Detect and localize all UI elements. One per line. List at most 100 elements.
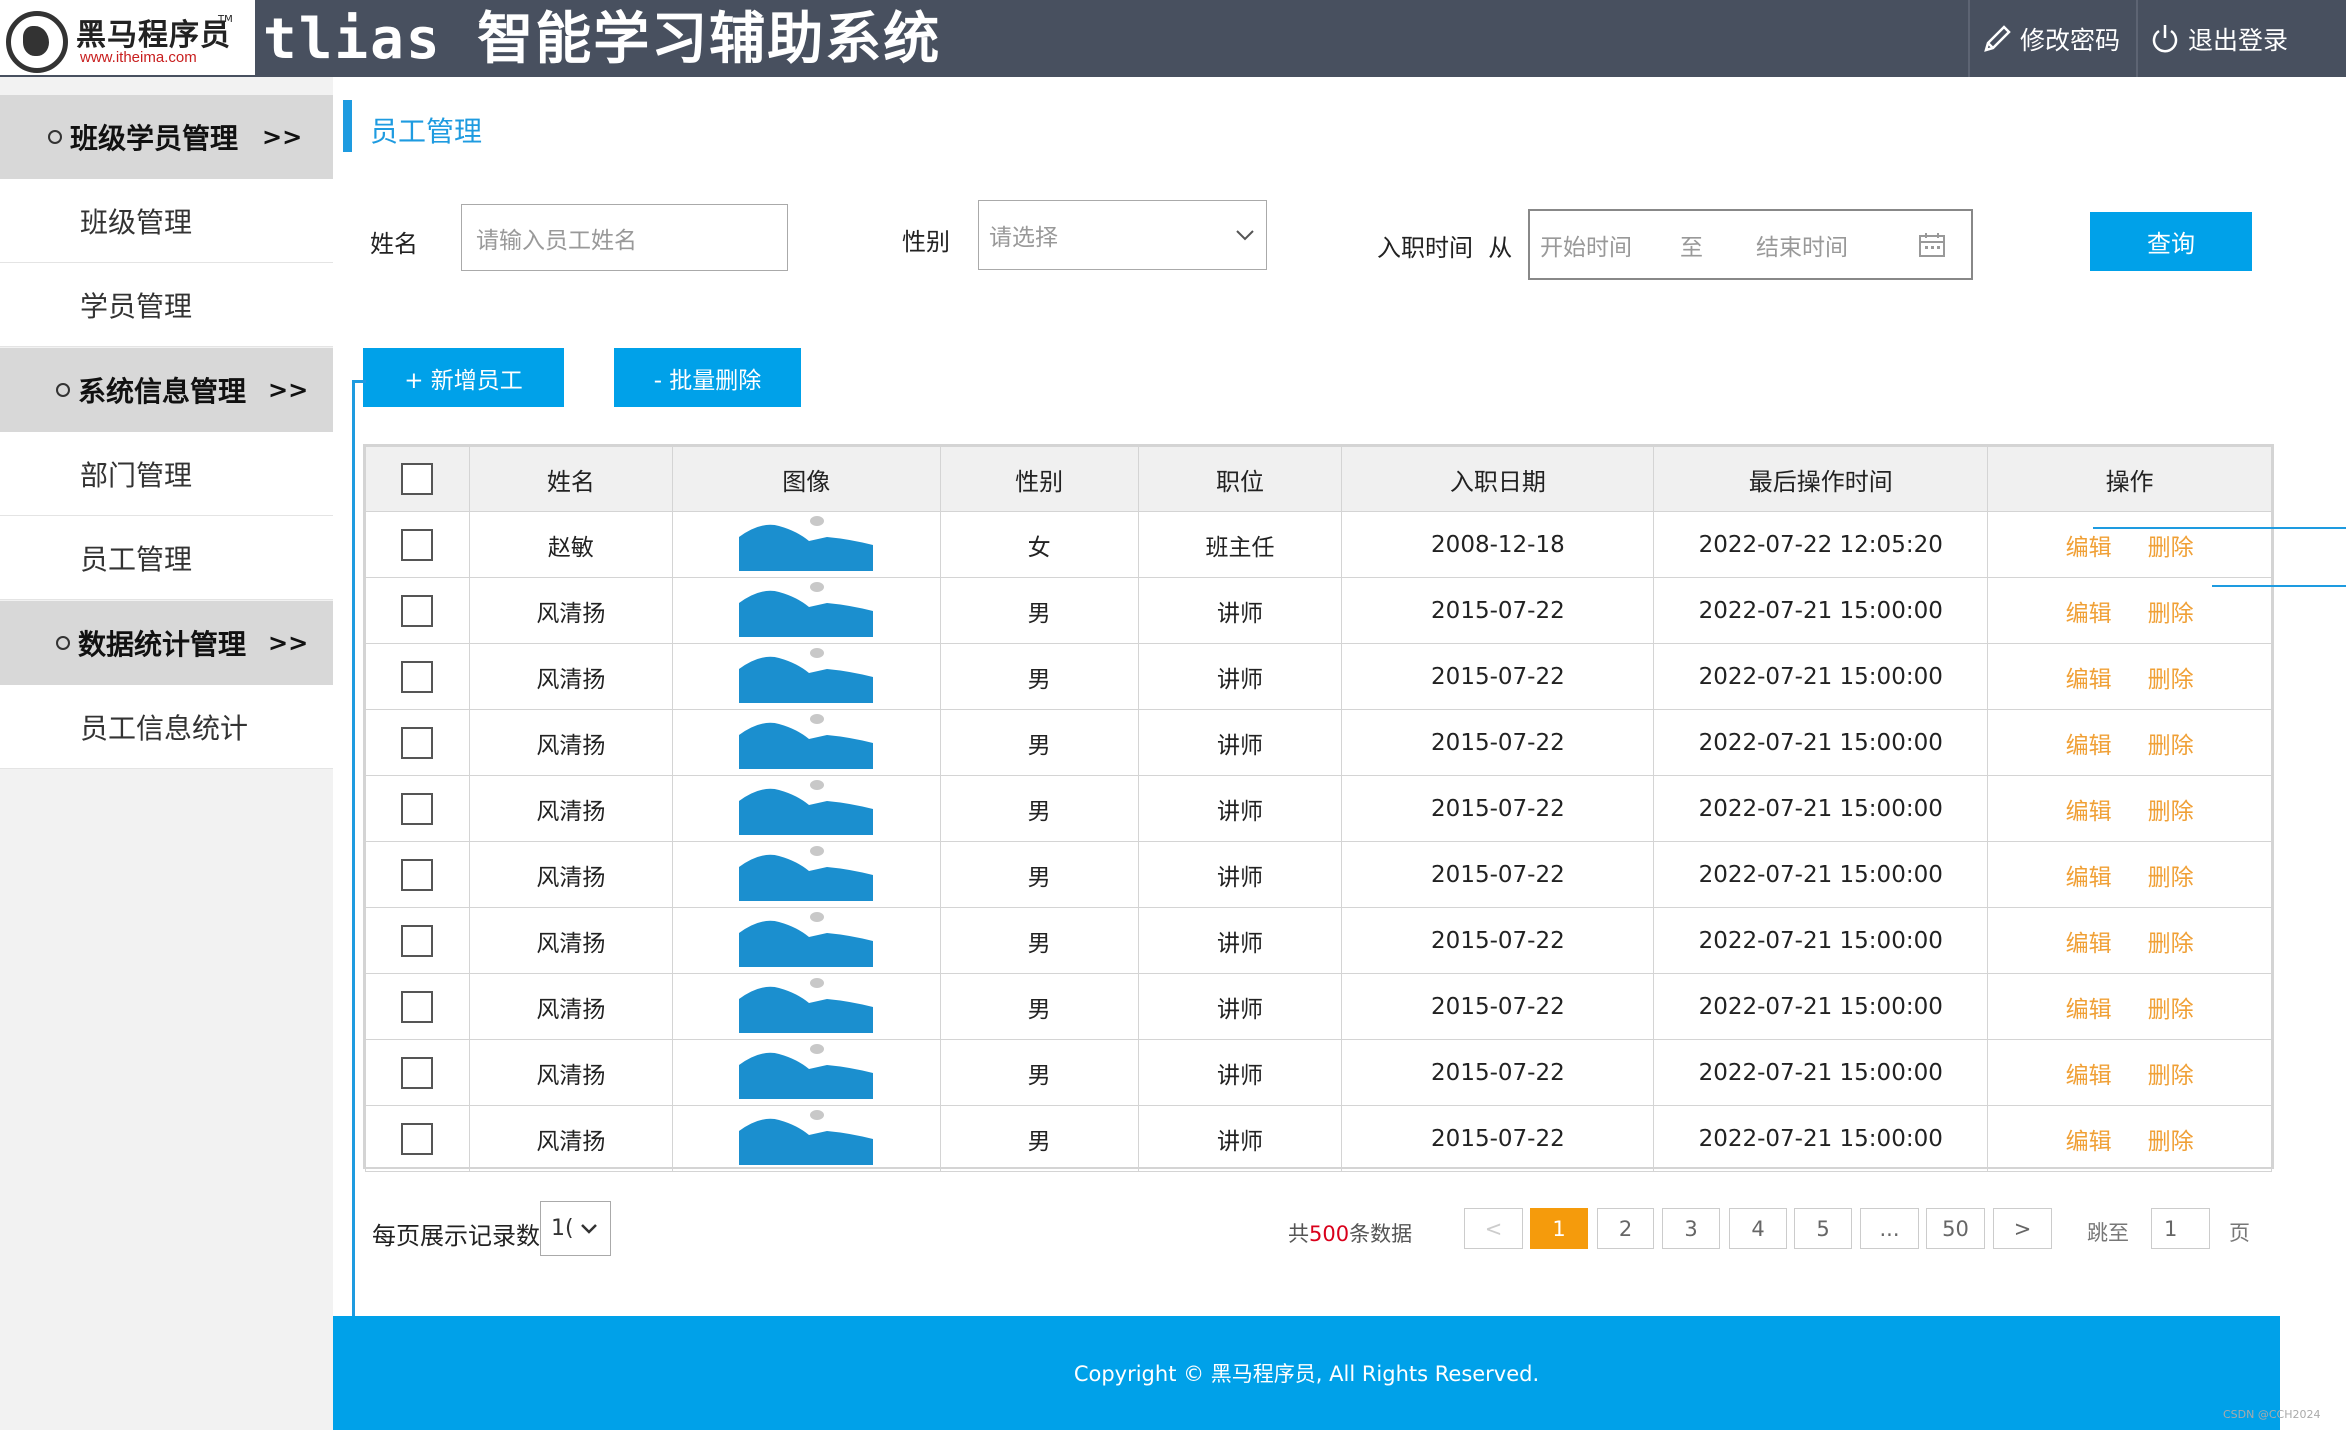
page-button-2[interactable]: 2	[1597, 1208, 1654, 1249]
cell-gender: 男	[939, 643, 1139, 710]
next-page-button[interactable]: >	[1993, 1208, 2052, 1249]
query-button[interactable]: 查询	[2090, 212, 2252, 271]
edit-link[interactable]: 编辑	[2066, 601, 2112, 627]
row-checkbox[interactable]	[401, 726, 434, 759]
delete-link[interactable]: 删除	[2148, 535, 2194, 561]
page-button-4[interactable]: 4	[1729, 1208, 1787, 1249]
edit-link[interactable]: 编辑	[2066, 865, 2112, 891]
row-checkbox[interactable]	[401, 990, 434, 1023]
edit-link[interactable]: 编辑	[2066, 1063, 2112, 1089]
edit-link[interactable]: 编辑	[2066, 799, 2112, 825]
edit-link[interactable]: 编辑	[2066, 667, 2112, 693]
select-all-checkbox[interactable]	[401, 463, 434, 495]
avatar-image-icon	[739, 845, 874, 901]
per-page-label: 每页展示记录数	[372, 1222, 540, 1250]
row-checkbox[interactable]	[401, 528, 434, 561]
row-checkbox[interactable]	[401, 858, 434, 891]
cell-name: 风清扬	[468, 775, 673, 842]
cell-entry-date: 2015-07-22	[1341, 709, 1655, 776]
cell-gender: 男	[939, 907, 1139, 974]
row-checkbox[interactable]	[401, 660, 434, 693]
sidebar-group-label: 班级学员管理	[70, 122, 239, 155]
cell-position: 讲师	[1137, 775, 1343, 842]
cell-actions: 编辑 删除	[1987, 1105, 2272, 1172]
cell-last-op: 2022-07-21 15:00:00	[1653, 775, 1989, 842]
cell-position: 班主任	[1137, 511, 1343, 578]
avatar-image-icon	[739, 911, 874, 967]
cell-position: 讲师	[1137, 1105, 1343, 1172]
annotation-line	[2212, 585, 2346, 587]
chevron-down-icon	[581, 1223, 597, 1234]
cell-entry-date: 2015-07-22	[1341, 907, 1655, 974]
edit-link[interactable]: 编辑	[2066, 535, 2112, 561]
jump-page-input[interactable]: 1	[2151, 1208, 2210, 1249]
delete-link[interactable]: 删除	[2148, 799, 2194, 825]
total-count: 共500条数据	[1288, 1218, 1412, 1248]
batch-delete-button[interactable]: - 批量删除	[614, 348, 801, 407]
sidebar-item-class[interactable]: 班级管理	[0, 179, 333, 263]
cell-avatar	[671, 1039, 941, 1106]
logout-label: 退出登录	[2188, 25, 2289, 55]
row-checkbox[interactable]	[401, 1056, 434, 1089]
change-password-label: 修改密码	[2020, 25, 2121, 55]
page-unit-label: 页	[2229, 1221, 2250, 1245]
delete-link[interactable]: 删除	[2148, 1063, 2194, 1089]
prev-page-button[interactable]: <	[1464, 1208, 1523, 1249]
name-input[interactable]: 请输入员工姓名	[461, 204, 788, 271]
date-range-picker[interactable]: 开始时间 至 结束时间	[1528, 209, 1973, 280]
delete-link[interactable]: 删除	[2148, 931, 2194, 957]
sidebar-item-employee-stats[interactable]: 员工信息统计	[0, 685, 333, 769]
page-button-5[interactable]: 5	[1794, 1208, 1852, 1249]
row-checkbox[interactable]	[401, 792, 434, 825]
gender-select[interactable]: 请选择	[978, 200, 1267, 270]
delete-link[interactable]: 删除	[2148, 667, 2194, 693]
row-checkbox[interactable]	[401, 924, 434, 957]
column-header: 性别	[939, 446, 1139, 512]
power-icon	[2152, 24, 2178, 52]
row-checkbox[interactable]	[401, 594, 434, 627]
select-all-cell	[365, 446, 470, 512]
sidebar-group-system[interactable]: 系统信息管理 >>	[0, 348, 333, 432]
page-button-3[interactable]: 3	[1662, 1208, 1720, 1249]
cell-actions: 编辑 删除	[1987, 841, 2272, 908]
gender-label: 性别	[902, 228, 950, 256]
cell-entry-date: 2015-07-22	[1341, 643, 1655, 710]
sidebar-group-class-student[interactable]: 班级学员管理 >>	[0, 95, 333, 179]
page-button-1[interactable]: 1	[1530, 1208, 1588, 1249]
table-row: 风清扬 男讲师 2015-07-22 2022-07-21 15:00:00 编辑 删除	[365, 973, 2272, 1040]
total-number: 500	[1309, 1222, 1350, 1246]
cell-avatar	[671, 907, 941, 974]
column-header: 最后操作时间	[1653, 446, 1989, 512]
sidebar-item-employee[interactable]: 员工管理	[0, 516, 333, 600]
avatar-image-icon	[739, 779, 874, 835]
cell-last-op: 2022-07-21 15:00:00	[1653, 841, 1989, 908]
delete-link[interactable]: 删除	[2148, 601, 2194, 627]
sidebar-item-student[interactable]: 学员管理	[0, 263, 333, 347]
edit-link[interactable]: 编辑	[2066, 1129, 2112, 1155]
edit-link[interactable]: 编辑	[2066, 733, 2112, 759]
sidebar-group-stats[interactable]: 数据统计管理 >>	[0, 601, 333, 685]
cell-last-op: 2022-07-21 15:00:00	[1653, 1105, 1989, 1172]
delete-link[interactable]: 删除	[2148, 1129, 2194, 1155]
cell-name: 风清扬	[468, 1105, 673, 1172]
edit-link[interactable]: 编辑	[2066, 997, 2112, 1023]
breadcrumb-accent	[343, 100, 352, 152]
annotation-line	[352, 382, 355, 1430]
row-checkbox[interactable]	[401, 1122, 434, 1155]
edit-link[interactable]: 编辑	[2066, 931, 2112, 957]
row-select-cell	[365, 709, 470, 776]
per-page-select[interactable]: 1(	[540, 1201, 611, 1256]
delete-link[interactable]: 删除	[2148, 865, 2194, 891]
logout-button[interactable]: 退出登录	[2136, 0, 2304, 77]
add-employee-button[interactable]: + 新增员工	[363, 348, 564, 407]
delete-link[interactable]: 删除	[2148, 733, 2194, 759]
delete-link[interactable]: 删除	[2148, 997, 2194, 1023]
page-ellipsis[interactable]: ...	[1860, 1208, 1919, 1249]
page-button-50[interactable]: 50	[1926, 1208, 1985, 1249]
cell-last-op: 2022-07-21 15:00:00	[1653, 973, 1989, 1040]
logo-url: www.itheima.com	[80, 49, 197, 66]
sidebar-item-department[interactable]: 部门管理	[0, 432, 333, 516]
cell-name: 风清扬	[468, 577, 673, 644]
change-password-button[interactable]: 修改密码	[1968, 0, 2136, 77]
cell-actions: 编辑 删除	[1987, 511, 2272, 578]
